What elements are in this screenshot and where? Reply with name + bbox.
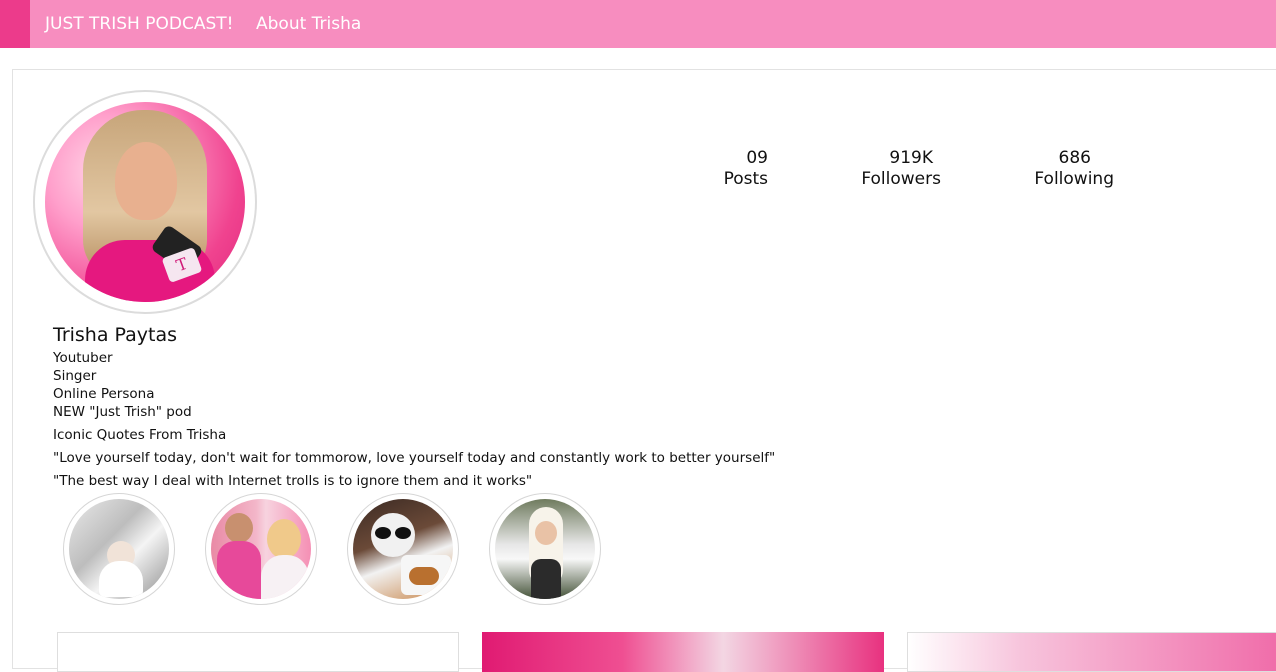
stat-following-value: 686 [1058,148,1091,168]
stat-followers[interactable]: 919K Followers [840,148,941,190]
avatar-face [115,142,177,220]
stat-posts-label: Posts [723,169,768,189]
profile-name: Trisha Paytas [53,324,178,346]
bio-line: NEW "Just Trish" pod [53,404,192,420]
quote-text: "The best way I deal with Internet troll… [53,473,533,489]
story-highlight-4[interactable] [489,493,601,605]
stat-following-label: Following [1034,169,1114,189]
stat-posts[interactable]: 09 Posts [700,148,768,190]
nav-link-podcast[interactable]: JUST TRISH PODCAST! [45,0,233,48]
stat-followers-value: 919K [889,148,933,168]
profile-bio: Trisha Paytas Youtuber Singer Online Per… [53,324,953,490]
story-highlight-3[interactable] [347,493,459,605]
stat-followers-label: Followers [861,169,941,189]
post-thumbnail[interactable] [57,632,459,672]
bio-line: Online Persona [53,386,155,402]
top-navbar: JUST TRISH PODCAST! About Trisha [0,0,1276,48]
quote-text: "Love yourself today, don't wait for tom… [53,450,776,466]
highlight-image [495,499,595,599]
post-thumbnail[interactable] [482,632,884,672]
post-thumbnail[interactable] [907,632,1276,672]
stat-posts-value: 09 [746,148,768,168]
story-highlight-2[interactable] [205,493,317,605]
profile-avatar[interactable]: T [45,102,245,302]
nav-link-about[interactable]: About Trisha [256,0,361,48]
highlight-image [353,499,453,599]
navbar-accent [0,0,30,48]
highlight-image [211,499,311,599]
stat-following[interactable]: 686 Following [1020,148,1114,190]
bio-line: Singer [53,368,97,384]
bio-line: Youtuber [53,350,113,366]
story-highlight-1[interactable] [63,493,175,605]
highlight-image [69,499,169,599]
quotes-title: Iconic Quotes From Trisha [53,427,227,443]
